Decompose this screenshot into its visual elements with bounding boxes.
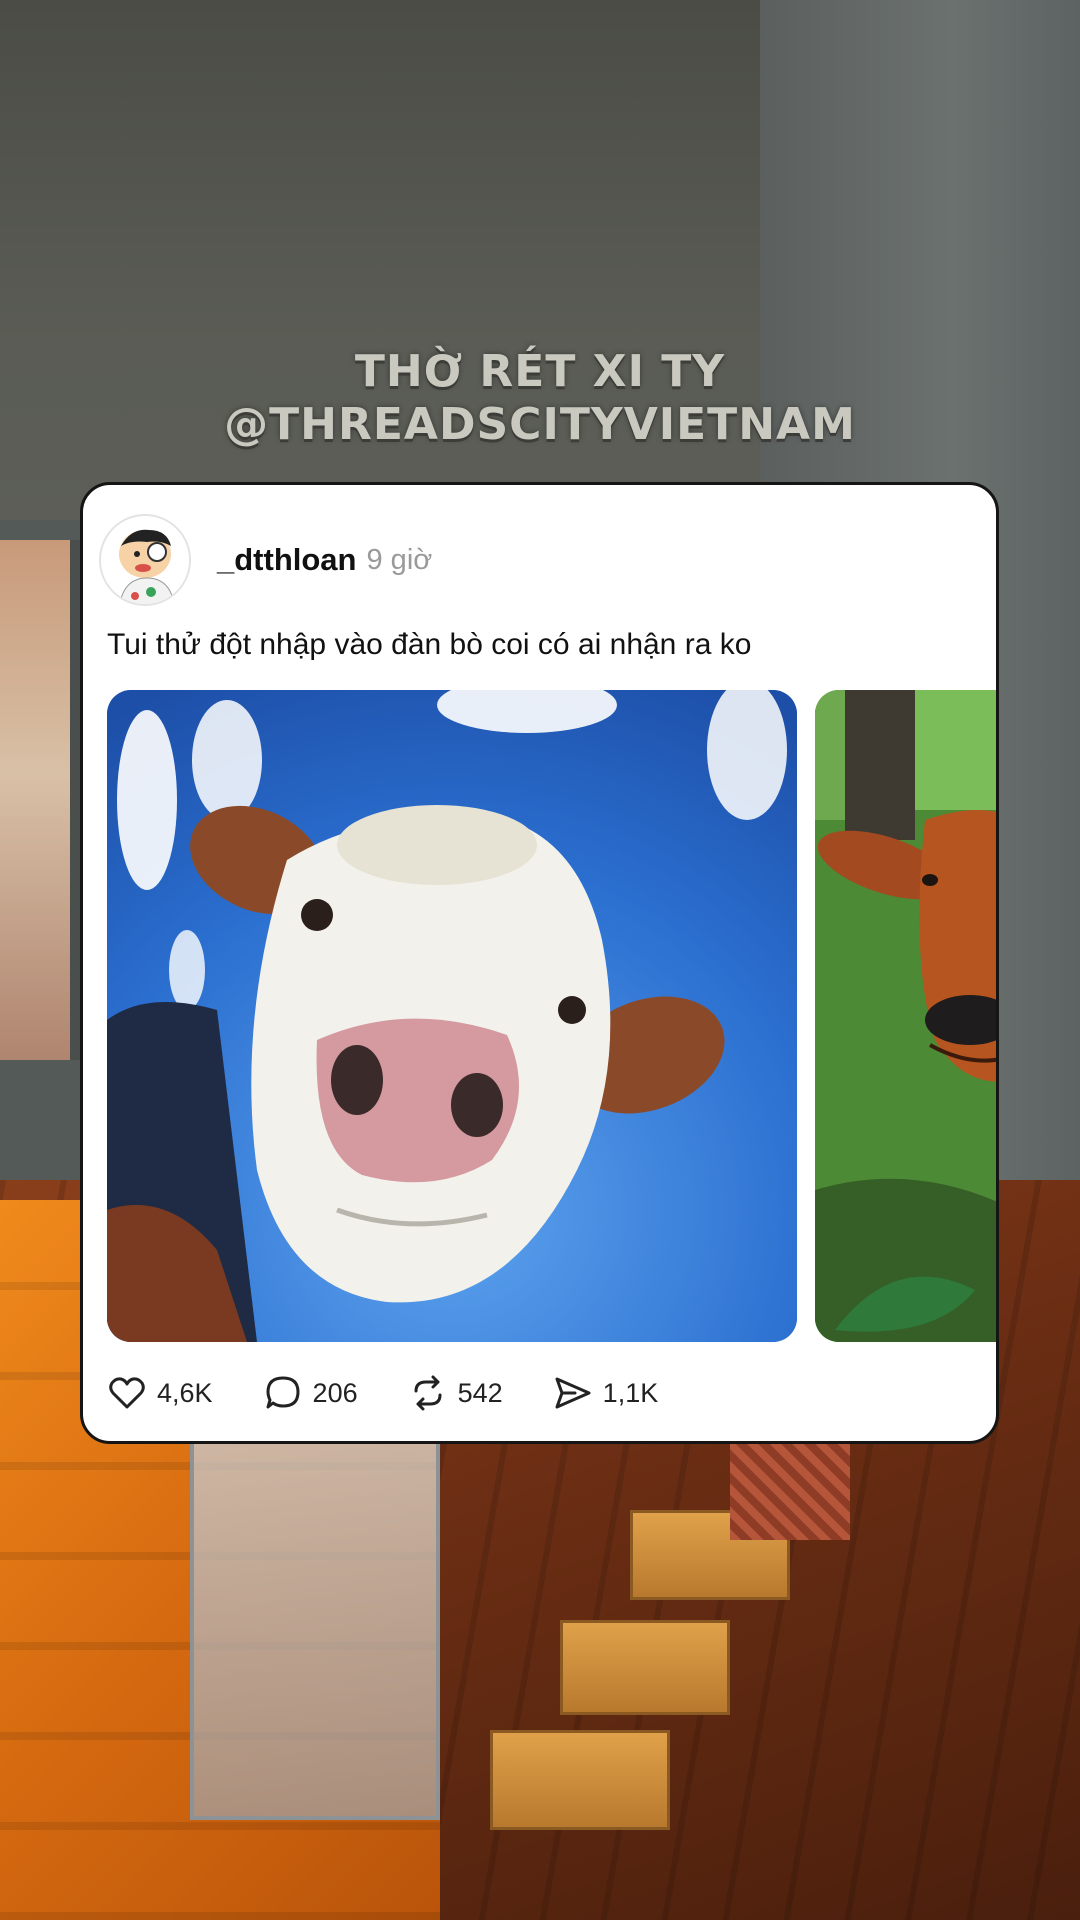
repost-button[interactable]: 542 [408, 1373, 503, 1413]
share-button[interactable]: 1,1K [553, 1373, 659, 1413]
post-header: _dtthloan 9 giờ [99, 514, 979, 606]
post-image-cow-closeup[interactable] [107, 690, 797, 1342]
comment-button[interactable]: 206 [263, 1373, 358, 1413]
post-text: Tui thử đột nhập vào đàn bò coi có ai nh… [107, 628, 752, 661]
cartoon-avatar-icon [101, 516, 189, 604]
wood-slab [560, 1620, 730, 1715]
post-timestamp: 9 giờ [366, 543, 433, 576]
watermark-title: THỜ RÉT XI TY [354, 346, 726, 397]
repost-count: 542 [457, 1377, 503, 1408]
wood-slab [490, 1730, 670, 1830]
brick-block [730, 1440, 850, 1540]
post-card: _dtthloan 9 giờ Tui thử đột nhập vào đàn… [80, 482, 999, 1444]
send-icon [555, 1377, 591, 1409]
repost-icon [414, 1375, 442, 1411]
username[interactable]: _dtthloan [217, 542, 357, 578]
cow-closeup-image [107, 690, 797, 1342]
left-window [0, 540, 80, 1060]
like-button[interactable]: 4,6K [107, 1373, 213, 1413]
post-actions-bar: 4,6K 206 542 1,1K [107, 1365, 708, 1421]
comment-bubble-icon [266, 1376, 300, 1409]
heart-icon [109, 1377, 145, 1409]
brown-cow-image [815, 690, 996, 1342]
channel-watermark: THỜ RÉT XI TY @THREADSCITYVIETNAM [0, 345, 1080, 451]
avatar[interactable] [99, 514, 191, 606]
comment-count: 206 [312, 1377, 358, 1408]
share-count: 1,1K [602, 1377, 659, 1408]
glass-block [190, 1440, 440, 1820]
post-image-brown-cow[interactable] [815, 690, 996, 1342]
watermark-handle: @THREADSCITYVIETNAM [224, 399, 856, 450]
like-count: 4,6K [157, 1377, 213, 1408]
media-carousel[interactable] [107, 690, 996, 1342]
